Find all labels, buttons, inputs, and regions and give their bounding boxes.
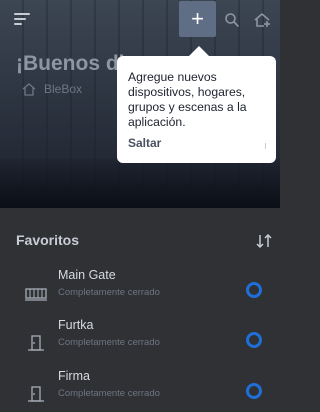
search-icon[interactable] bbox=[224, 12, 240, 28]
favorites-header: Favoritos bbox=[16, 232, 274, 250]
favorite-status: Completamente cerrado bbox=[58, 388, 160, 399]
tooltip-message: Agregue nuevos dispositivos, hogares, gr… bbox=[128, 70, 247, 129]
home-icon bbox=[22, 82, 36, 96]
favorite-status: Completamente cerrado bbox=[58, 337, 160, 348]
favorite-name: Furtka bbox=[58, 318, 94, 332]
favorite-control[interactable] bbox=[246, 282, 262, 298]
favorite-control[interactable] bbox=[246, 332, 262, 348]
favorite-item[interactable]: Furtka Completamente cerrado bbox=[0, 318, 280, 368]
home-add-icon[interactable] bbox=[252, 10, 272, 30]
door-icon bbox=[28, 335, 44, 351]
door-icon bbox=[28, 386, 44, 402]
place-name: BleBox bbox=[44, 82, 83, 96]
onboarding-tooltip: Agregue nuevos dispositivos, hogares, gr… bbox=[117, 56, 276, 163]
favorites-title: Favoritos bbox=[16, 232, 80, 248]
sort-icon[interactable] bbox=[256, 233, 272, 249]
menu-icon[interactable] bbox=[14, 13, 30, 27]
skip-button[interactable]: Saltar bbox=[128, 136, 266, 150]
favorite-control[interactable] bbox=[246, 383, 262, 399]
greeting-title: ¡Buenos di bbox=[16, 52, 125, 75]
favorite-name: Main Gate bbox=[58, 268, 116, 282]
favorite-status: Completamente cerrado bbox=[58, 287, 160, 298]
hero-floor-shade bbox=[0, 158, 280, 208]
current-place[interactable]: BleBox bbox=[22, 82, 82, 96]
gate-icon bbox=[25, 288, 47, 301]
favorite-name: Firma bbox=[58, 369, 90, 383]
add-button[interactable]: + bbox=[179, 1, 216, 37]
favorite-item[interactable]: Firma Completamente cerrado bbox=[0, 369, 280, 412]
top-bar: + bbox=[0, 0, 280, 40]
favorite-item[interactable]: Main Gate Completamente cerrado bbox=[0, 268, 280, 318]
tooltip-arrow bbox=[189, 46, 209, 56]
tooltip-scroll-indicator bbox=[265, 143, 266, 149]
